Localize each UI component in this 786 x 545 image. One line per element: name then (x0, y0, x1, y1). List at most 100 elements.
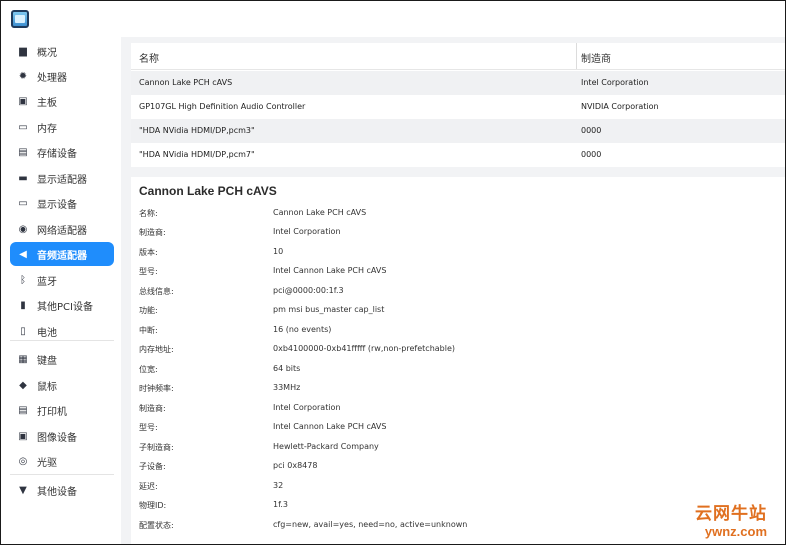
list-header: 名称 制造商 (131, 43, 785, 70)
storage-icon: ▤ (18, 146, 28, 158)
app-icon (11, 10, 29, 28)
network-icon: ◉ (18, 223, 28, 235)
printer-icon: ▤ (18, 404, 28, 416)
table-row[interactable]: "HDA NVidia HDMI/DP,pcm7" 0000 (131, 143, 785, 167)
pci-icon: ▮ (20, 299, 26, 311)
field-label: 物理ID: (139, 501, 167, 510)
sidebar-item-label: 概况 (37, 47, 57, 59)
detail-panel: Cannon Lake PCH cAVS 名称: Cannon Lake PCH … (131, 177, 785, 544)
field-value: Intel Corporation (273, 227, 341, 236)
field-label: 子制造商: (139, 443, 174, 452)
field-value: 1f.3 (273, 500, 288, 509)
display-icon: ▭ (18, 197, 28, 209)
sidebar-item-label: 主板 (37, 97, 57, 109)
table-row[interactable]: Cannon Lake PCH cAVS Intel Corporation (131, 71, 785, 95)
field-value: 16 (no events) (273, 325, 332, 334)
motherboard-icon: ▣ (18, 95, 28, 107)
sidebar-item-cpu[interactable]: ✹ 处理器 (10, 64, 114, 88)
table-row[interactable]: "HDA NVidia HDMI/DP,pcm3" 0000 (131, 119, 785, 143)
display-adapter-icon: ▬ (18, 172, 28, 184)
cell-name: "HDA NVidia HDMI/DP,pcm3" (139, 126, 255, 135)
watermark-text: 云网牛站 (695, 504, 767, 524)
sidebar-item-display-adapter[interactable]: ▬ 显示适配器 (10, 166, 114, 190)
field-label: 延迟: (139, 482, 158, 491)
sidebar-item-audio[interactable]: ◀ 音频适配器 (10, 242, 114, 266)
sidebar-item-display[interactable]: ▭ 显示设备 (10, 191, 114, 215)
column-divider[interactable] (576, 43, 577, 69)
field-value: 0xb4100000-0xb41fffff (rw,non-prefetchab… (273, 344, 456, 353)
sidebar-item-printer[interactable]: ▤ 打印机 (10, 398, 114, 422)
field-value: Intel Cannon Lake PCH cAVS (273, 266, 387, 275)
field-value: cfg=new, avail=yes, need=no, active=unkn… (273, 520, 468, 529)
sidebar-item-label: 网络适配器 (37, 225, 87, 237)
sidebar-divider (10, 340, 114, 341)
camera-icon: ▣ (18, 430, 28, 442)
device-manager-window: ▆ 概况 ✹ 处理器 ▣ 主板 ▭ 内存 ▤ 存储设备 ▬ 显示适配器 ▭ 显示设备 ◉ 网络适… (0, 0, 786, 545)
sidebar-item-label: 鼠标 (37, 381, 57, 393)
sidebar-item-label: 显示设备 (37, 199, 77, 211)
cell-name: GP107GL High Definition Audio Controller (139, 102, 306, 111)
sidebar-divider (10, 474, 114, 475)
cell-vendor: NVIDIA Corporation (581, 102, 659, 111)
cpu-icon: ✹ (18, 70, 28, 82)
field-label: 内存地址: (139, 345, 174, 354)
sidebar-item-memory[interactable]: ▭ 内存 (10, 115, 114, 139)
field-label: 型号: (139, 423, 158, 432)
sidebar-item-network[interactable]: ◉ 网络适配器 (10, 217, 114, 241)
field-value: 64 bits (273, 364, 301, 373)
monitor-icon: ▆ (19, 45, 27, 57)
sidebar-item-other-devices[interactable]: ▼ 其他设备 (10, 478, 114, 502)
field-value: 10 (273, 247, 284, 256)
mouse-icon: ◆ (19, 379, 27, 391)
column-header-vendor[interactable]: 制造商 (581, 50, 611, 65)
field-label: 位宽: (139, 365, 158, 374)
field-label: 配置状态: (139, 521, 174, 530)
sidebar-item-bluetooth[interactable]: ᛒ 蓝牙 (10, 268, 114, 292)
field-label: 子设备: (139, 462, 166, 471)
column-header-name[interactable]: 名称 (139, 50, 159, 65)
field-value: Intel Corporation (273, 403, 341, 412)
sidebar-item-label: 其他PCI设备 (37, 301, 93, 313)
sidebar-item-label: 键盘 (37, 355, 57, 367)
field-label: 总线信息: (139, 287, 174, 296)
sidebar-item-mouse[interactable]: ◆ 鼠标 (10, 373, 114, 397)
title-bar (1, 1, 785, 37)
cell-name: "HDA NVidia HDMI/DP,pcm7" (139, 150, 255, 159)
sidebar-item-label: 电池 (37, 327, 57, 339)
watermark: 云网牛站 ywnz.com (695, 499, 767, 539)
field-label: 功能: (139, 306, 158, 315)
field-value: Intel Cannon Lake PCH cAVS (273, 422, 387, 431)
sidebar-item-optical-drive[interactable]: ◎ 光驱 (10, 449, 114, 473)
sidebar-item-label: 内存 (37, 123, 57, 135)
sidebar-item-storage[interactable]: ▤ 存储设备 (10, 140, 114, 164)
memory-icon: ▭ (18, 121, 28, 133)
speaker-icon: ◀ (19, 248, 27, 260)
field-value: pm msi bus_master cap_list (273, 305, 385, 314)
sidebar-item-other-pci[interactable]: ▮ 其他PCI设备 (10, 293, 114, 317)
table-row[interactable]: GP107GL High Definition Audio Controller… (131, 95, 785, 119)
optical-drive-icon: ◎ (18, 455, 28, 467)
sidebar-item-label: 其他设备 (37, 486, 77, 498)
sidebar-item-label: 显示适配器 (37, 174, 87, 186)
sidebar-item-keyboard[interactable]: ▦ 键盘 (10, 347, 114, 371)
sidebar-item-camera[interactable]: ▣ 图像设备 (10, 424, 114, 448)
sidebar-item-overview[interactable]: ▆ 概况 (10, 39, 114, 63)
watermark-url: ywnz.com (704, 524, 767, 539)
sidebar-item-label: 蓝牙 (37, 276, 57, 288)
detail-title: Cannon Lake PCH cAVS (139, 184, 277, 198)
cell-name: Cannon Lake PCH cAVS (139, 78, 233, 87)
device-list: 名称 制造商 Cannon Lake PCH cAVS Intel Corpor… (131, 43, 785, 167)
sidebar-item-label: 音频适配器 (37, 250, 87, 262)
field-label: 型号: (139, 267, 158, 276)
other-device-icon: ▼ (19, 484, 27, 496)
keyboard-icon: ▦ (18, 353, 28, 365)
sidebar-item-motherboard[interactable]: ▣ 主板 (10, 89, 114, 113)
field-label: 名称: (139, 209, 158, 218)
sidebar-item-label: 图像设备 (37, 432, 77, 444)
sidebar-item-label: 处理器 (37, 72, 67, 84)
field-value: pci@0000:00:1f.3 (273, 286, 344, 295)
field-value: pci 0x8478 (273, 461, 318, 470)
field-label: 时钟频率: (139, 384, 174, 393)
bluetooth-icon: ᛒ (20, 274, 26, 286)
sidebar-item-label: 光驱 (37, 457, 57, 469)
